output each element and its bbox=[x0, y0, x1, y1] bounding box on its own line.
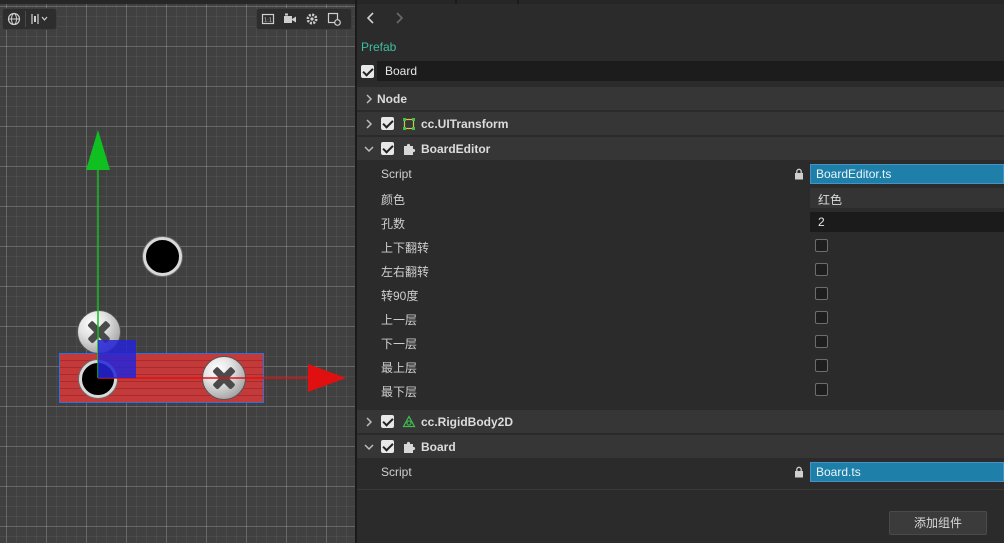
section-rigidbody[interactable]: cc.RigidBody2D bbox=[357, 409, 1004, 433]
section-title: BoardEditor bbox=[421, 142, 491, 156]
prop-label: 颜色 bbox=[381, 193, 406, 207]
prop-row-top-layer: 最上层 bbox=[357, 354, 1004, 378]
prop-row-bottom-layer: 最下层 bbox=[357, 378, 1004, 402]
node-name-input[interactable]: Board bbox=[377, 61, 1004, 81]
top-layer-checkbox[interactable] bbox=[815, 359, 828, 372]
prop-row-flip-h: 左右翻转 bbox=[357, 258, 1004, 282]
chevron-right-icon[interactable] bbox=[363, 93, 375, 105]
section-title: cc.RigidBody2D bbox=[421, 415, 514, 429]
section-board[interactable]: Board bbox=[357, 434, 1004, 458]
prop-label: Script bbox=[381, 167, 412, 181]
move-gizmo[interactable] bbox=[0, 0, 355, 543]
chevron-down-icon[interactable] bbox=[363, 441, 375, 453]
node-active-checkbox[interactable] bbox=[361, 65, 374, 78]
prop-label: 左右翻转 bbox=[381, 265, 430, 279]
prop-label: 转90度 bbox=[381, 289, 419, 303]
chevron-right-icon[interactable] bbox=[363, 118, 375, 130]
gizmo-y-arrow bbox=[86, 130, 110, 170]
section-node[interactable]: Node bbox=[357, 86, 1004, 110]
script-asset-field[interactable]: Board.ts bbox=[810, 462, 1004, 482]
lock-icon bbox=[795, 466, 803, 478]
prefab-label: Prefab bbox=[361, 40, 397, 54]
scene-view[interactable]: 1:1 bbox=[0, 0, 355, 543]
component-enabled-checkbox[interactable] bbox=[381, 415, 394, 428]
prop-row-rotate: 转90度 bbox=[357, 282, 1004, 306]
chevron-down-icon[interactable] bbox=[363, 143, 375, 155]
section-uitransform[interactable]: cc.UITransform bbox=[357, 111, 1004, 135]
prop-label: 最上层 bbox=[381, 361, 418, 375]
prop-row-script: Script Board.ts bbox=[357, 460, 1004, 484]
prop-row-down-layer: 下一层 bbox=[357, 330, 1004, 354]
component-enabled-checkbox[interactable] bbox=[381, 117, 394, 130]
gizmo-x-arrow bbox=[308, 364, 346, 392]
color-select[interactable]: 红色 bbox=[810, 188, 1004, 208]
rotate-checkbox[interactable] bbox=[815, 287, 828, 300]
prop-label: 最下层 bbox=[381, 385, 418, 399]
node-name-row: Board bbox=[357, 61, 1004, 81]
section-title: Node bbox=[377, 92, 407, 106]
section-title: Board bbox=[421, 440, 456, 454]
prop-row-flip-v: 上下翻转 bbox=[357, 234, 1004, 258]
bottom-layer-checkbox[interactable] bbox=[815, 383, 828, 396]
puzzle-icon bbox=[404, 143, 416, 155]
component-enabled-checkbox[interactable] bbox=[381, 440, 394, 453]
prop-label: 孔数 bbox=[381, 217, 406, 231]
prop-row-script: Script BoardEditor.ts bbox=[357, 162, 1004, 186]
gizmo-xy-plane bbox=[98, 340, 136, 378]
rigidbody-icon bbox=[402, 415, 416, 428]
holes-number-input[interactable]: 2 bbox=[810, 212, 1004, 232]
back-icon[interactable] bbox=[357, 8, 385, 28]
inspector-panel: Prefab Board Node cc.UITransform BoardEd… bbox=[357, 0, 1004, 543]
puzzle-icon bbox=[404, 441, 416, 453]
section-divider bbox=[357, 489, 1004, 490]
section-title: cc.UITransform bbox=[421, 117, 509, 131]
script-asset-field[interactable]: BoardEditor.ts bbox=[810, 164, 1004, 184]
tab-divider bbox=[455, 0, 457, 4]
chevron-right-icon[interactable] bbox=[363, 416, 375, 428]
prop-row-up-layer: 上一层 bbox=[357, 306, 1004, 330]
prop-row-holes: 孔数 2 bbox=[357, 210, 1004, 234]
up-layer-checkbox[interactable] bbox=[815, 311, 828, 324]
prop-label: 上下翻转 bbox=[381, 241, 430, 255]
prop-label: Script bbox=[381, 465, 412, 479]
component-enabled-checkbox[interactable] bbox=[381, 142, 394, 155]
flip-h-checkbox[interactable] bbox=[815, 263, 828, 276]
inspector-top-strip bbox=[357, 0, 1004, 4]
prop-row-color: 颜色 红色 bbox=[357, 186, 1004, 210]
prop-label: 上一层 bbox=[381, 313, 418, 327]
down-layer-checkbox[interactable] bbox=[815, 335, 828, 348]
inspector-nav bbox=[357, 8, 413, 28]
uitransform-icon bbox=[403, 118, 415, 130]
section-boardeditor[interactable]: BoardEditor bbox=[357, 136, 1004, 160]
add-component-button[interactable]: 添加组件 bbox=[889, 511, 987, 535]
forward-icon[interactable] bbox=[385, 8, 413, 28]
tab-divider bbox=[517, 0, 519, 4]
flip-v-checkbox[interactable] bbox=[815, 239, 828, 252]
lock-icon bbox=[795, 168, 803, 180]
prop-label: 下一层 bbox=[381, 337, 418, 351]
